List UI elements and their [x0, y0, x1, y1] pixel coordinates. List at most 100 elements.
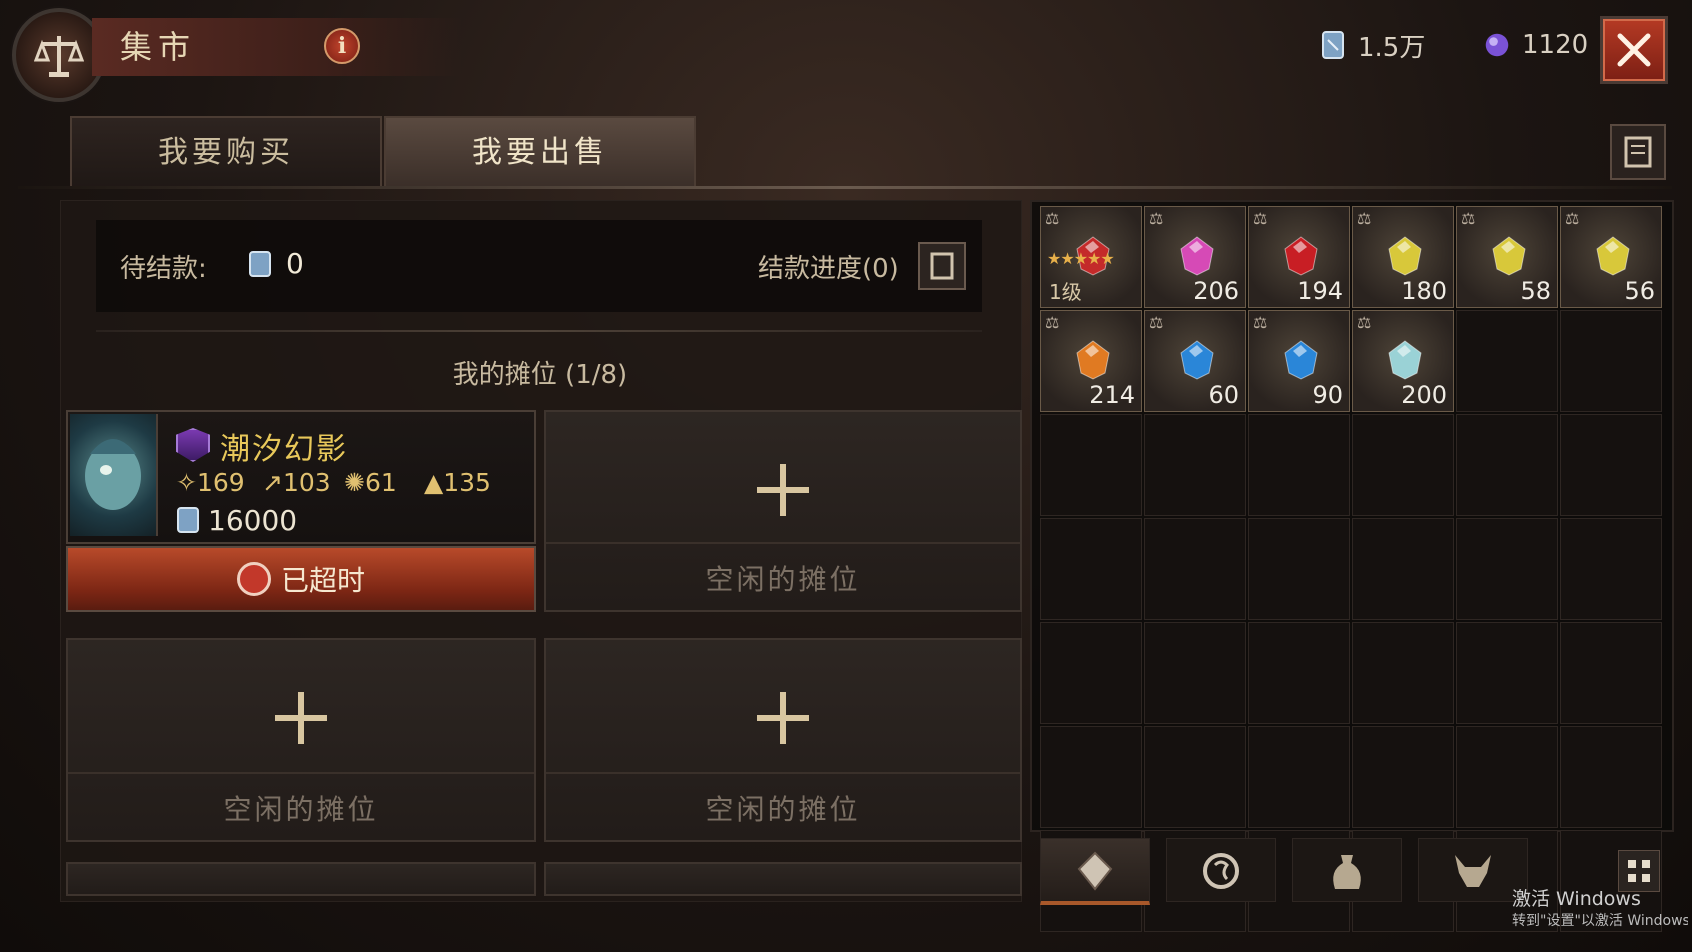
inventory-cell[interactable]	[1560, 622, 1662, 724]
star-rating: ★★★★★	[1047, 249, 1115, 268]
empty-stall-label: 空闲的摊位	[705, 793, 861, 826]
category-bags[interactable]	[1292, 838, 1402, 902]
item-quantity: 58	[1520, 277, 1551, 305]
pet-price: 16000	[208, 504, 298, 537]
stall-slot-partial[interactable]	[66, 862, 536, 896]
page-title: 集市	[120, 28, 197, 66]
silver-ticket-icon	[177, 507, 199, 533]
pet-name: 潮汐幻影	[220, 432, 348, 467]
inventory-cell[interactable]	[1456, 726, 1558, 828]
stat-speed: ↗103	[262, 468, 331, 497]
inventory-cell[interactable]: ⚖ 180	[1352, 206, 1454, 308]
tab-buy[interactable]: 我要购买	[70, 116, 382, 188]
inventory-cell[interactable]	[1040, 622, 1142, 724]
tradeable-scales-icon: ⚖	[1357, 209, 1372, 228]
inventory-cell[interactable]	[1144, 726, 1246, 828]
gem-icon	[1492, 236, 1526, 276]
empty-stall-label: 空闲的摊位	[223, 793, 379, 826]
stat-defense-value: 135	[443, 468, 491, 497]
inventory-cell[interactable]	[1352, 414, 1454, 516]
close-button[interactable]	[1600, 16, 1668, 84]
clock-icon	[236, 562, 271, 596]
category-runes[interactable]	[1166, 838, 1276, 902]
inventory-cell[interactable]	[1560, 414, 1662, 516]
inventory-cell[interactable]: ⚖ 194	[1248, 206, 1350, 308]
inventory-cell[interactable]	[1352, 518, 1454, 620]
pet-portrait	[70, 414, 158, 536]
inventory-cell[interactable]	[1456, 622, 1558, 724]
gem-icon	[1596, 236, 1630, 276]
inventory-cell[interactable]	[1456, 310, 1558, 412]
item-quantity: 206	[1193, 277, 1239, 305]
inventory-cell[interactable]	[1144, 622, 1246, 724]
section-divider	[96, 330, 982, 332]
tradeable-scales-icon: ⚖	[1149, 313, 1164, 332]
rune-category-icon	[1203, 853, 1239, 889]
demon-category-icon	[1455, 855, 1491, 887]
info-button[interactable]: i	[324, 28, 360, 64]
inventory-cell[interactable]	[1352, 726, 1454, 828]
timeout-button[interactable]: 已超时	[66, 546, 536, 612]
scroll-icon	[1624, 136, 1652, 168]
silver-ticket-icon	[1322, 31, 1344, 59]
inventory-cell[interactable]	[1560, 518, 1662, 620]
inventory-cell[interactable]	[1040, 414, 1142, 516]
inventory-cell[interactable]: ⚖ ★★★★★ 1级	[1040, 206, 1142, 308]
inventory-cell[interactable]	[1144, 414, 1246, 516]
trade-log-button[interactable]	[1610, 124, 1666, 180]
item-quantity: 56	[1624, 277, 1655, 305]
item-quantity: 180	[1401, 277, 1447, 305]
category-gems[interactable]	[1040, 838, 1150, 905]
tab-sell[interactable]: 我要出售	[384, 116, 696, 188]
timeout-label: 已超时	[280, 564, 365, 597]
inventory-cell[interactable]	[1456, 414, 1558, 516]
settlement-progress-label: 结款进度(0)	[758, 254, 899, 284]
tradeable-scales-icon: ⚖	[1253, 313, 1268, 332]
stat-defense: ▲135	[424, 468, 491, 497]
plus-icon	[757, 464, 809, 516]
inventory-cell[interactable]: ⚖ 90	[1248, 310, 1350, 412]
tradeable-scales-icon: ⚖	[1253, 209, 1268, 228]
inventory-cell[interactable]	[1040, 518, 1142, 620]
inventory-cell[interactable]	[1248, 622, 1350, 724]
stall-slot-empty[interactable]: 空闲的摊位	[544, 638, 1022, 842]
inventory-cell[interactable]	[1248, 414, 1350, 516]
tradeable-scales-icon: ⚖	[1149, 209, 1164, 228]
inventory-cell[interactable]: ⚖ 60	[1144, 310, 1246, 412]
stall-slot-empty[interactable]: 空闲的摊位	[544, 410, 1022, 612]
inventory-cell[interactable]: ⚖ 214	[1040, 310, 1142, 412]
stall-title: 我的摊位 (1/8)	[452, 360, 628, 390]
inventory-cell[interactable]	[1248, 726, 1350, 828]
stall-slot-partial[interactable]	[544, 862, 1022, 896]
windows-activation-hint: 转到"设置"以激活 Windows	[1512, 913, 1688, 929]
inventory-cell[interactable]	[1144, 518, 1246, 620]
inventory-cell[interactable]: ⚖ 200	[1352, 310, 1454, 412]
inventory-cell[interactable]: ⚖ 206	[1144, 206, 1246, 308]
gem-icon	[1180, 236, 1214, 276]
inventory-cell[interactable]	[1560, 310, 1662, 412]
empty-stall-label: 空闲的摊位	[705, 563, 861, 596]
inventory-cell[interactable]	[1040, 726, 1142, 828]
inventory-cell[interactable]: ⚖ 58	[1456, 206, 1558, 308]
tab-divider	[18, 186, 1672, 189]
bag-category-icon	[1333, 855, 1361, 889]
inventory-cell[interactable]	[1248, 518, 1350, 620]
item-quantity: 214	[1089, 381, 1135, 409]
inventory-cell[interactable]	[1352, 622, 1454, 724]
currency-orb-value: 1120	[1522, 30, 1589, 60]
stat-attack: ✧169	[176, 468, 245, 497]
tradeable-scales-icon: ⚖	[1565, 209, 1580, 228]
plus-icon	[757, 692, 809, 744]
item-quantity: 200	[1401, 381, 1447, 409]
currency-orb: 1120	[1484, 28, 1588, 62]
inventory-cell[interactable]	[1560, 726, 1662, 828]
item-quantity: 90	[1312, 381, 1343, 409]
settlement-progress-button[interactable]	[918, 242, 966, 290]
stat-attack-value: 169	[196, 468, 245, 497]
inventory-cell[interactable]: ⚖ 56	[1560, 206, 1662, 308]
currency-silver-value: 1.5万	[1358, 32, 1426, 63]
purple-orb-icon	[1485, 33, 1509, 57]
inventory-cell[interactable]	[1456, 518, 1558, 620]
gem-icon	[1388, 236, 1422, 276]
stall-slot-empty[interactable]: 空闲的摊位	[66, 638, 536, 842]
